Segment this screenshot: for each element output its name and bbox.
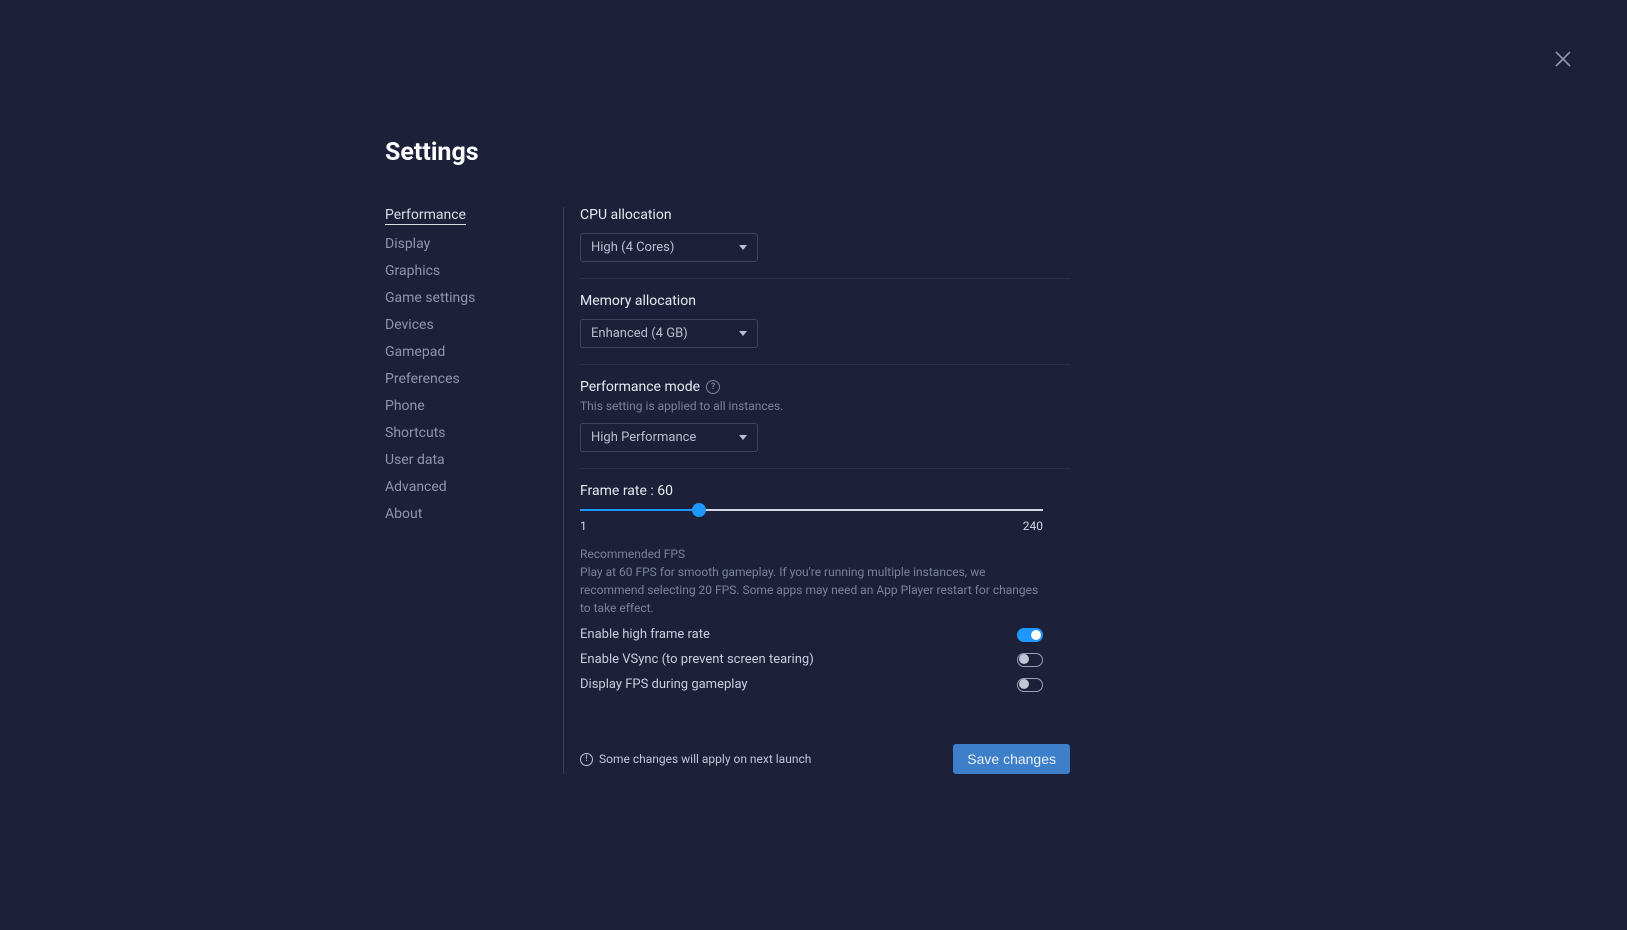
sidebar-item-preferences[interactable]: Preferences — [385, 371, 460, 387]
memory-allocation-select[interactable]: Enhanced (4 GB) — [580, 319, 758, 348]
recommended-fps-body: Play at 60 FPS for smooth gameplay. If y… — [580, 563, 1043, 617]
memory-allocation-label: Memory allocation — [580, 293, 1070, 309]
cpu-allocation-value: High (4 Cores) — [591, 240, 674, 255]
display-fps-toggle[interactable] — [1017, 678, 1043, 692]
frame-rate-min: 1 — [580, 519, 587, 533]
frame-rate-label: Frame rate : 60 — [580, 483, 1070, 499]
frame-rate-slider-fill — [580, 509, 699, 511]
chevron-down-icon — [739, 435, 747, 440]
performance-mode-label-text: Performance mode — [580, 379, 700, 395]
content-panel: CPU allocation High (4 Cores) Memory all… — [563, 207, 1070, 774]
footer-note: ! Some changes will apply on next launch — [580, 752, 811, 766]
sidebar-item-devices[interactable]: Devices — [385, 317, 434, 333]
sidebar-item-graphics[interactable]: Graphics — [385, 263, 440, 279]
info-icon: ! — [580, 753, 593, 766]
vsync-toggle[interactable] — [1017, 653, 1043, 667]
frame-rate-slider-thumb[interactable] — [692, 503, 706, 517]
display-fps-label: Display FPS during gameplay — [580, 677, 748, 692]
chevron-down-icon — [739, 245, 747, 250]
cpu-allocation-label: CPU allocation — [580, 207, 1070, 223]
sidebar-item-gamepad[interactable]: Gamepad — [385, 344, 445, 360]
sidebar-item-performance[interactable]: Performance — [385, 207, 466, 225]
sidebar: Performance Display Graphics Game settin… — [385, 207, 563, 774]
sidebar-item-display[interactable]: Display — [385, 236, 430, 252]
cpu-allocation-select[interactable]: High (4 Cores) — [580, 233, 758, 262]
performance-mode-select[interactable]: High Performance — [580, 423, 758, 452]
frame-rate-max: 240 — [1023, 519, 1043, 533]
vsync-label: Enable VSync (to prevent screen tearing) — [580, 652, 814, 667]
sidebar-item-advanced[interactable]: Advanced — [385, 479, 447, 495]
sidebar-item-user-data[interactable]: User data — [385, 452, 445, 468]
sidebar-item-game-settings[interactable]: Game settings — [385, 290, 475, 306]
high-frame-rate-label: Enable high frame rate — [580, 627, 710, 642]
footer-note-text: Some changes will apply on next launch — [599, 752, 811, 766]
close-button[interactable] — [1554, 50, 1572, 68]
sidebar-item-about[interactable]: About — [385, 506, 422, 522]
save-changes-button[interactable]: Save changes — [953, 744, 1070, 774]
help-icon[interactable]: ? — [706, 380, 720, 394]
chevron-down-icon — [739, 331, 747, 336]
frame-rate-slider[interactable] — [580, 509, 1043, 511]
performance-mode-label: Performance mode ? — [580, 379, 1070, 395]
recommended-fps-title: Recommended FPS — [580, 547, 1070, 561]
performance-mode-value: High Performance — [591, 430, 696, 445]
page-title: Settings — [385, 138, 1070, 167]
memory-allocation-value: Enhanced (4 GB) — [591, 326, 688, 341]
sidebar-item-shortcuts[interactable]: Shortcuts — [385, 425, 446, 441]
sidebar-item-phone[interactable]: Phone — [385, 398, 425, 414]
performance-mode-sublabel: This setting is applied to all instances… — [580, 399, 1070, 413]
high-frame-rate-toggle[interactable] — [1017, 628, 1043, 642]
